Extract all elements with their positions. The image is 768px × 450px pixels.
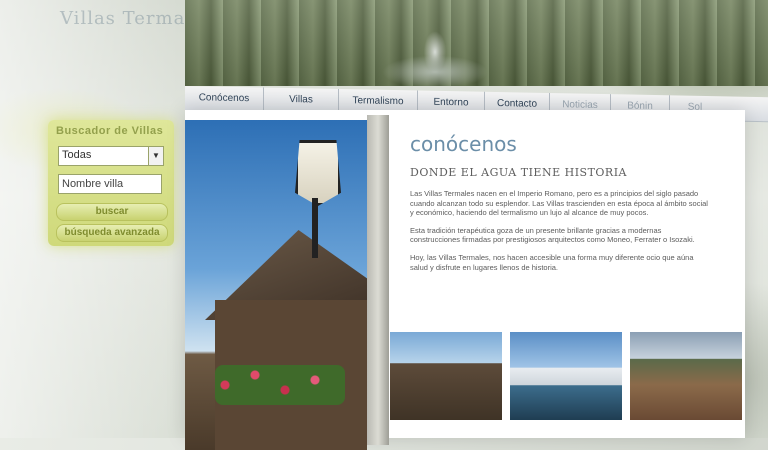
nav-item-conocenos[interactable]: Conócenos xyxy=(185,86,264,112)
villa-search-panel: Buscador de Villas Todas ▼ Nombre villa … xyxy=(48,120,174,246)
photo-flowers xyxy=(215,365,345,405)
paragraph-1: Las Villas Termales nacen en el Imperio … xyxy=(410,189,708,218)
villa-type-select[interactable]: Todas ▼ xyxy=(58,146,164,166)
lamp-arm xyxy=(312,198,318,258)
thumbnail-village[interactable] xyxy=(630,332,742,420)
villa-name-input[interactable]: Nombre villa xyxy=(58,174,162,194)
search-panel-title: Buscador de Villas xyxy=(56,125,164,137)
content-page: conócenos DONDE EL AGUA TIENE HISTORIA L… xyxy=(185,110,745,450)
thumbnail-granary[interactable] xyxy=(390,332,502,420)
chevron-down-icon[interactable]: ▼ xyxy=(148,147,163,165)
thumbnail-gallery xyxy=(390,332,742,420)
stone-column xyxy=(367,115,389,445)
advanced-search-button[interactable]: búsqueda avanzada xyxy=(56,224,168,242)
street-lamp-icon xyxy=(295,140,341,206)
search-button[interactable]: buscar xyxy=(56,203,168,221)
main-photo-lamppost-house xyxy=(185,120,367,450)
page-subtitle: DONDE EL AGUA TIENE HISTORIA xyxy=(410,166,628,179)
thumbnail-harbor[interactable] xyxy=(510,332,622,420)
paragraph-3: Hoy, las Villas Termales, nos hacen acce… xyxy=(410,252,694,272)
paragraph-2: Esta tradición terapéutica goza de un pr… xyxy=(410,225,695,245)
header-banner-photo xyxy=(185,0,768,86)
select-value: Todas xyxy=(62,149,92,161)
content-text-area: conócenos DONDE EL AGUA TIENE HISTORIA L… xyxy=(395,120,735,280)
page-title: conócenos xyxy=(410,132,517,156)
